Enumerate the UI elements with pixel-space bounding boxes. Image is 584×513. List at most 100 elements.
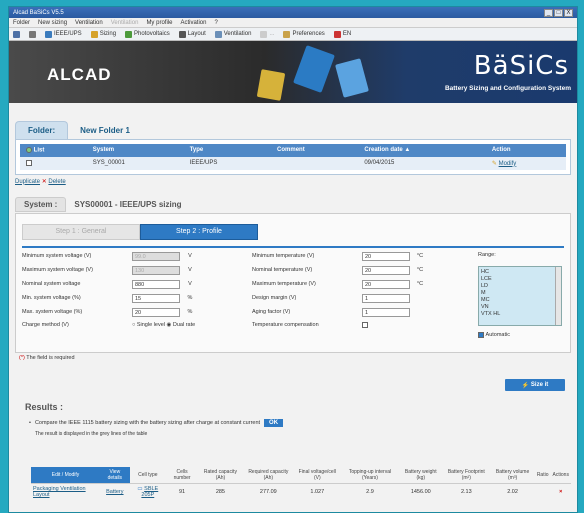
range-option[interactable]: M: [481, 290, 559, 297]
aging-factor-input[interactable]: 1: [362, 307, 410, 317]
nominal-system-voltage-input[interactable]: 880: [132, 279, 180, 289]
grid-icon: [29, 30, 36, 38]
column-header: Rated capacity (Ah): [203, 469, 237, 481]
field-label: Charge method (V): [22, 321, 69, 328]
min-temperature-input[interactable]: 20: [362, 251, 410, 261]
cell-type-link[interactable]: SBLE 205P: [141, 486, 158, 498]
column-header: Ratio: [536, 472, 549, 478]
system-tab[interactable]: System :: [15, 197, 67, 213]
range-option[interactable]: HC: [481, 269, 559, 276]
column-header: Battery Footprint (m²): [447, 469, 485, 481]
duplicate-link[interactable]: Duplicate: [15, 179, 40, 185]
modify-link[interactable]: Modify: [499, 161, 517, 167]
bullet-icon: •: [29, 420, 31, 426]
design-margin-input[interactable]: 1: [362, 293, 410, 303]
system-name: SYS00001 - IEEE/UPS sizing: [74, 200, 182, 210]
toolbar-ventilation-label: Ventilation: [223, 31, 252, 37]
field-label: Nominal system voltage: [22, 281, 81, 288]
form-row: Aging factor (V) 1: [252, 307, 410, 317]
menu-folder[interactable]: Folder: [13, 20, 30, 26]
delete-link[interactable]: Delete: [48, 179, 65, 185]
size-it-button[interactable]: ⚡ Size it: [505, 379, 565, 391]
ventilation-icon: [214, 30, 222, 38]
max-voltage-percent-input[interactable]: 20: [132, 307, 180, 317]
toolbar-disabled: ...: [260, 30, 274, 38]
minimize-button[interactable]: _: [544, 8, 553, 17]
max-temperature-input[interactable]: 20: [362, 279, 410, 289]
automatic-checkbox[interactable]: Automatic: [478, 331, 510, 338]
toolbar-save[interactable]: [13, 30, 20, 38]
view-details-link[interactable]: Battery: [106, 489, 123, 495]
toolbar-ieee-label: IEEE/UPS: [54, 31, 82, 37]
column-header: Cells number: [173, 469, 191, 481]
column-header[interactable]: Creation date ▲: [358, 144, 486, 157]
form-row: Design margin (V) 1: [252, 293, 410, 303]
column-header[interactable]: Comment: [271, 144, 359, 157]
basics-logo: BäSiCs: [473, 51, 569, 81]
menu-ventilation[interactable]: Ventilation: [75, 20, 103, 26]
toolbar-ieee[interactable]: IEEE/UPS: [45, 30, 82, 38]
column-header[interactable]: Type: [183, 144, 272, 157]
range-label: Range:: [478, 251, 496, 258]
column-header: Actions: [552, 472, 569, 478]
row-checkbox[interactable]: [26, 159, 32, 166]
single-level-radio[interactable]: ○ Single level: [132, 322, 165, 328]
required-capacity: 277.09: [242, 483, 294, 500]
folder-tab[interactable]: Folder:: [15, 121, 69, 139]
field-label: Minimum system voltage (V): [22, 253, 92, 260]
unit-label: V: [188, 281, 192, 288]
toolbar-language[interactable]: EN: [333, 30, 352, 38]
menu-new-sizing[interactable]: New sizing: [38, 20, 67, 26]
form-row: Min. system voltage (%) 15%: [22, 293, 200, 303]
toolbar-preferences[interactable]: Preferences: [283, 30, 325, 38]
row-date: 09/04/2015: [358, 156, 486, 170]
delete-row-icon[interactable]: ×: [550, 483, 571, 500]
column-header: Final voltage/cell (V): [298, 469, 336, 481]
toolbar-sizing[interactable]: Sizing: [90, 30, 116, 38]
range-option[interactable]: VN: [481, 304, 559, 311]
step-general-tab[interactable]: Step 1 : General: [22, 223, 140, 240]
step-profile-tab[interactable]: Step 2 : Profile: [140, 223, 258, 240]
results-note: The result is displayed in the grey line…: [35, 431, 148, 437]
ok-button[interactable]: OK: [264, 419, 284, 427]
maximize-button[interactable]: □: [554, 8, 563, 17]
range-option[interactable]: VTX HL: [481, 311, 559, 318]
form-row: Maximum system voltage (V) 130 V: [22, 265, 200, 275]
nominal-temperature-input[interactable]: 20: [362, 265, 410, 275]
toolbar-ventilation[interactable]: Ventilation: [214, 30, 252, 38]
row-system: SYS_00001: [86, 156, 184, 170]
close-button[interactable]: X: [564, 8, 573, 17]
max-system-voltage-input: 130: [132, 265, 180, 275]
toolbar-photovoltaics[interactable]: Photovoltaics: [125, 30, 170, 38]
field-label: Maximum temperature (V): [252, 281, 316, 288]
field-label: Maximum system voltage (V): [22, 267, 93, 274]
edit-links[interactable]: Packaging Ventilation Layout: [33, 486, 86, 498]
banner-battery-graphic: [293, 45, 335, 93]
column-header[interactable]: System: [86, 144, 184, 157]
range-option[interactable]: MC: [481, 297, 559, 304]
table-row[interactable]: SYS_00001 IEEE/UPS 09/04/2015 ✎ Modify: [20, 156, 566, 170]
header-list: List: [33, 147, 45, 154]
dual-rate-radio[interactable]: ◉ Dual rate: [167, 322, 196, 328]
menu-my-profile[interactable]: My profile: [146, 20, 172, 26]
system-header: System : SYS00001 - IEEE/UPS sizing: [9, 197, 577, 213]
menu-activation[interactable]: Activation: [180, 20, 206, 26]
toolbar-lang-label: EN: [342, 31, 352, 37]
field-label: Aging factor (V): [252, 309, 291, 316]
battery-weight: 1456.00: [399, 483, 443, 500]
column-header: Required capacity (Ah): [248, 469, 289, 481]
table-row[interactable]: Packaging Ventilation Layout Battery ▭ S…: [31, 483, 571, 500]
range-option[interactable]: LCE: [481, 276, 559, 283]
range-option[interactable]: LD: [481, 283, 559, 290]
column-header[interactable]: List: [20, 144, 87, 157]
range-scrollbar[interactable]: [555, 266, 561, 325]
menu-help[interactable]: ?: [214, 20, 217, 26]
range-listbox[interactable]: HC LCE LD M MC VN VTX HL: [478, 265, 562, 326]
column-header[interactable]: Action: [485, 144, 566, 157]
toolbar-layout[interactable]: Layout: [178, 30, 206, 38]
layout-icon: [178, 30, 186, 38]
min-voltage-percent-input[interactable]: 15: [132, 293, 180, 303]
toolbar-grid[interactable]: [29, 30, 36, 38]
unit-label: °C: [416, 267, 424, 274]
temperature-compensation-checkbox[interactable]: [362, 321, 368, 328]
